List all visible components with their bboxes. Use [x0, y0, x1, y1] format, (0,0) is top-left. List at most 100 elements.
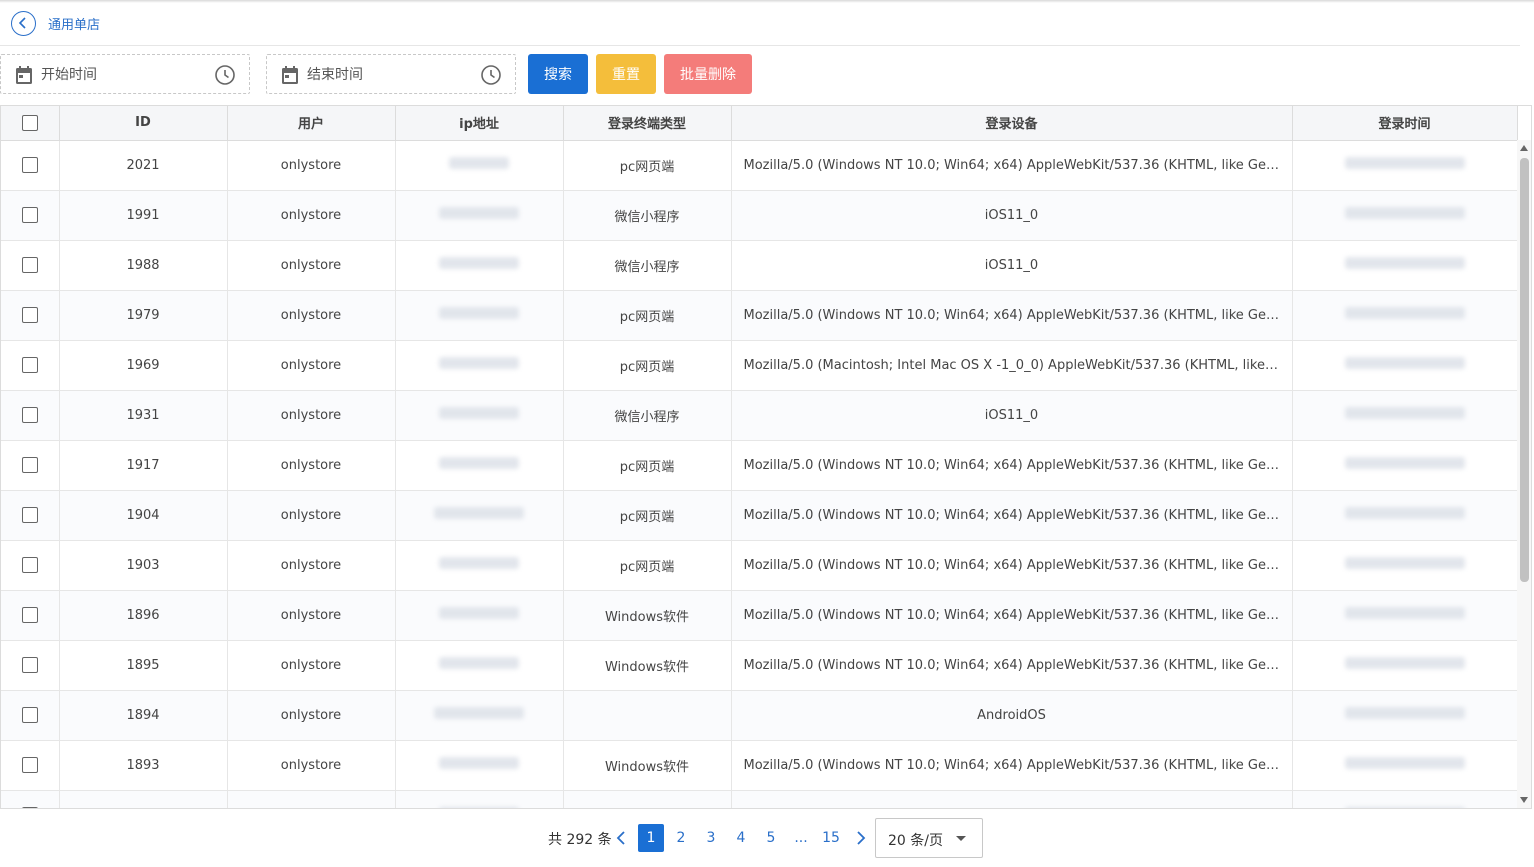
page-15[interactable]: 15: [818, 824, 844, 852]
cell-terminal: 微信小程序: [563, 240, 732, 291]
end-date-picker[interactable]: [266, 54, 516, 94]
row-select-cell: [1, 140, 60, 191]
cell-login-time: [1292, 690, 1518, 741]
cell-terminal: pc网页端: [563, 440, 732, 491]
cell-login-time: [1292, 640, 1518, 691]
batch-delete-button[interactable]: 批量删除: [664, 54, 752, 94]
cell-id: 1917: [59, 440, 228, 491]
column-header-terminal[interactable]: 登录终端类型: [563, 106, 732, 141]
row-checkbox[interactable]: [21, 607, 38, 623]
row-checkbox[interactable]: [21, 407, 38, 423]
search-button[interactable]: 搜索: [528, 54, 588, 94]
row-checkbox[interactable]: [21, 257, 38, 273]
end-time-input[interactable]: [307, 64, 467, 86]
row-checkbox[interactable]: [21, 557, 38, 573]
next-page-icon[interactable]: [855, 830, 867, 846]
redacted-ip: [439, 757, 519, 769]
table-row[interactable]: 1896 onlystore Windows软件 Mozilla/5.0 (Windo…: [1, 590, 1518, 641]
cell-ip: [395, 690, 564, 741]
column-header-device[interactable]: 登录设备: [731, 106, 1293, 141]
row-checkbox[interactable]: [21, 507, 38, 523]
reset-button[interactable]: 重置: [596, 54, 656, 94]
page-1[interactable]: 1: [638, 824, 664, 852]
row-select-cell: [1, 390, 60, 441]
table-row[interactable]: 1894 onlystore AndroidOS: [1, 690, 1518, 741]
redacted-login-time: [1344, 357, 1465, 369]
page-4[interactable]: 4: [728, 824, 754, 852]
cell-device: Mozilla/5.0 (Windows NT 10.0; Win64; x64…: [731, 490, 1293, 541]
page-size-select[interactable]: 20 条/页: [875, 818, 983, 858]
cell-device: Mozilla/5.0 (Windows NT 10.0; Win64; x64…: [731, 290, 1293, 341]
column-header-user[interactable]: 用户: [227, 106, 396, 141]
prev-page-icon[interactable]: [615, 830, 627, 846]
cell-ip: [395, 790, 564, 808]
row-select-cell: [1, 340, 60, 391]
scrollbar-thumb[interactable]: [1520, 158, 1529, 582]
row-checkbox[interactable]: [21, 657, 38, 673]
table-row[interactable]: 1895 onlystore Windows软件 Mozilla/5.0 (Windo…: [1, 640, 1518, 691]
redacted-ip: [449, 157, 509, 169]
column-header-login-time[interactable]: 登录时间: [1292, 106, 1518, 141]
table-row[interactable]: 1893 onlystore Windows软件 Mozilla/5.0 (Windo…: [1, 740, 1518, 791]
scroll-up-arrow-icon[interactable]: [1520, 145, 1528, 151]
row-checkbox[interactable]: [21, 457, 38, 473]
row-checkbox[interactable]: [21, 357, 38, 373]
vertical-scrollbar[interactable]: [1517, 140, 1531, 808]
row-checkbox[interactable]: [21, 707, 38, 723]
page-2[interactable]: 2: [668, 824, 694, 852]
table-row[interactable]: 1988 onlystore 微信小程序 iOS11_0: [1, 240, 1518, 291]
redacted-ip: [439, 457, 519, 469]
cell-login-time: [1292, 590, 1518, 641]
cell-id: 1931: [59, 390, 228, 441]
table-row[interactable]: [1, 790, 1518, 808]
row-select-cell: [1, 440, 60, 491]
cell-id: 1896: [59, 590, 228, 641]
cell-terminal: pc网页端: [563, 490, 732, 541]
cell-device: iOS11_0: [731, 240, 1293, 291]
row-checkbox[interactable]: [21, 157, 38, 173]
scroll-down-arrow-icon[interactable]: [1520, 797, 1528, 803]
cell-user: onlystore: [227, 640, 396, 691]
cell-terminal: pc网页端: [563, 140, 732, 191]
row-checkbox[interactable]: [21, 807, 38, 808]
cell-device: Mozilla/5.0 (Windows NT 10.0; Win64; x64…: [731, 540, 1293, 591]
row-select-cell: [1, 640, 60, 691]
column-header-ip[interactable]: ip地址: [395, 106, 564, 141]
cell-id: 2021: [59, 140, 228, 191]
row-select-cell: [1, 690, 60, 741]
cell-device: Mozilla/5.0 (Windows NT 10.0; Win64; x64…: [731, 440, 1293, 491]
table-row[interactable]: 1904 onlystore pc网页端 Mozilla/5.0 (Windows N…: [1, 490, 1518, 541]
table-row[interactable]: 1979 onlystore pc网页端 Mozilla/5.0 (Windows N…: [1, 290, 1518, 341]
table-row[interactable]: 1903 onlystore pc网页端 Mozilla/5.0 (Windows N…: [1, 540, 1518, 591]
back-button[interactable]: [11, 11, 36, 36]
cell-device: AndroidOS: [731, 690, 1293, 741]
page-5[interactable]: 5: [758, 824, 784, 852]
table-row[interactable]: 1969 onlystore pc网页端 Mozilla/5.0 (Macintosh…: [1, 340, 1518, 391]
clock-icon[interactable]: [480, 64, 502, 86]
row-select-cell: [1, 540, 60, 591]
start-date-picker[interactable]: [0, 54, 250, 94]
row-checkbox[interactable]: [21, 307, 38, 323]
start-time-input[interactable]: [41, 64, 201, 86]
clock-icon[interactable]: [214, 64, 236, 86]
table-row[interactable]: 1931 onlystore 微信小程序 iOS11_0: [1, 390, 1518, 441]
redacted-login-time: [1344, 207, 1465, 219]
column-header-id[interactable]: ID: [59, 106, 228, 141]
row-checkbox[interactable]: [21, 207, 38, 223]
cell-login-time: [1292, 540, 1518, 591]
calendar-icon: [282, 66, 298, 84]
select-all-checkbox[interactable]: [21, 114, 38, 131]
calendar-icon: [16, 66, 32, 84]
table-row[interactable]: 1917 onlystore pc网页端 Mozilla/5.0 (Windows N…: [1, 440, 1518, 491]
page-ellipsis[interactable]: ...: [788, 824, 814, 852]
table-row[interactable]: 2021 onlystore pc网页端 Mozilla/5.0 (Windows N…: [1, 140, 1518, 191]
cell-login-time: [1292, 190, 1518, 241]
table-row[interactable]: 1991 onlystore 微信小程序 iOS11_0: [1, 190, 1518, 241]
cell-user: onlystore: [227, 190, 396, 241]
row-checkbox[interactable]: [21, 757, 38, 773]
page-3[interactable]: 3: [698, 824, 724, 852]
cell-user: onlystore: [227, 390, 396, 441]
chevron-left-icon: [18, 17, 26, 29]
cell-id: 1969: [59, 340, 228, 391]
cell-user: onlystore: [227, 140, 396, 191]
